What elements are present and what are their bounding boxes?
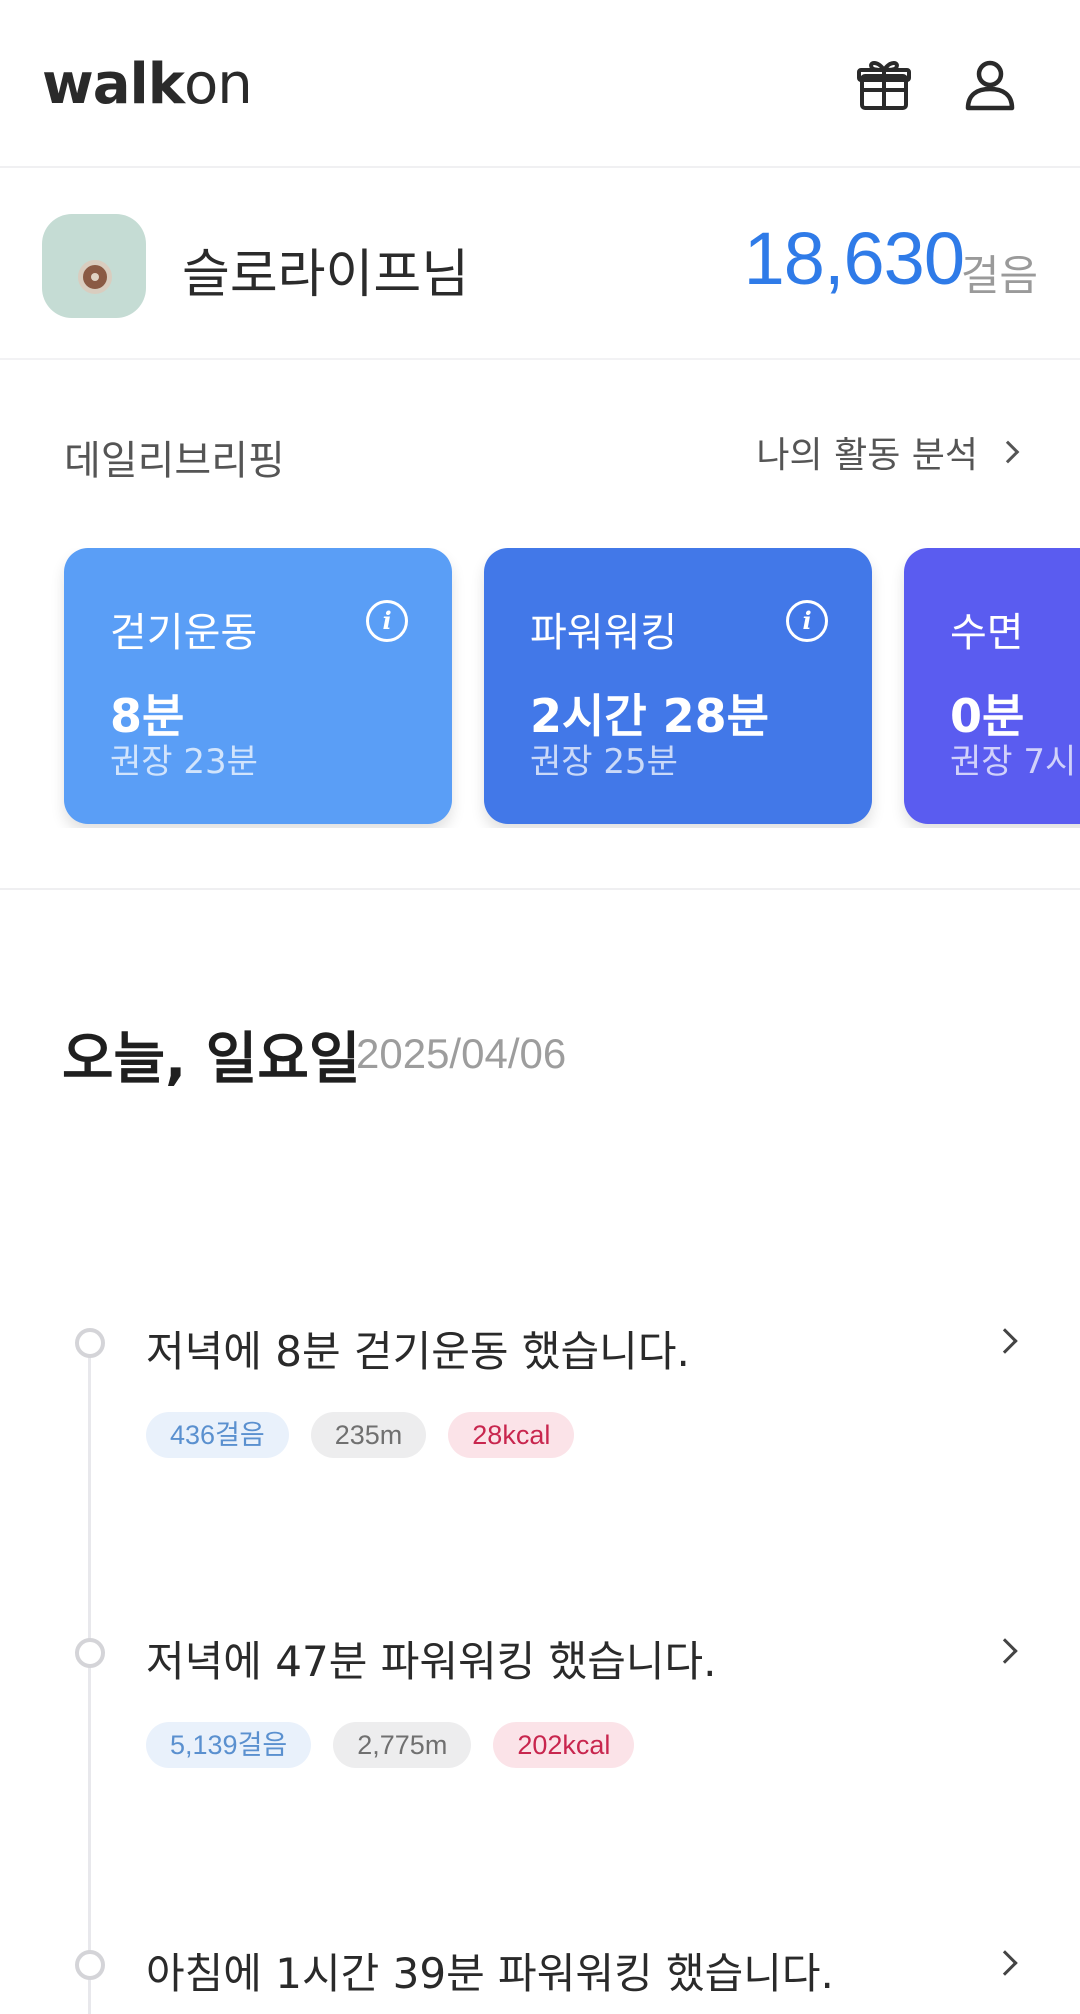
section-divider bbox=[0, 888, 1080, 890]
kcal-chip: 202kcal bbox=[493, 1722, 635, 1768]
card-recommend: 권장 25분 bbox=[530, 742, 678, 782]
timeline-entry[interactable]: 저녁에 8분 걷기운동 했습니다. 436걸음 235m 28kcal bbox=[0, 1318, 1080, 1478]
gift-icon[interactable] bbox=[854, 54, 914, 114]
steps-unit: 걸음 bbox=[960, 251, 1038, 300]
entry-text: 저녁에 8분 걷기운동 했습니다. bbox=[146, 1327, 690, 1376]
user-icon[interactable] bbox=[960, 54, 1020, 114]
info-icon[interactable]: i bbox=[786, 600, 828, 642]
entry-chips: 436걸음 235m 28kcal bbox=[146, 1412, 575, 1458]
chevron-right-icon bbox=[996, 440, 1020, 464]
timeline-entry[interactable]: 아침에 1시간 39분 파워워킹 했습니다. bbox=[0, 1940, 1080, 2014]
card-recommend: 권장 7시 bbox=[950, 742, 1077, 782]
avatar[interactable] bbox=[42, 214, 146, 318]
activity-analysis-link[interactable]: 나의 활동 분석 bbox=[756, 426, 1020, 478]
app-logo: walkon bbox=[42, 52, 253, 117]
total-steps: 18,630 bbox=[743, 217, 965, 300]
entry-text: 아침에 1시간 39분 파워워킹 했습니다. bbox=[146, 1949, 834, 1998]
profile-section: 슬로라이프님 18,630 걸음 bbox=[0, 170, 1080, 360]
avatar-image bbox=[78, 260, 112, 294]
distance-chip: 2,775m bbox=[333, 1722, 472, 1768]
user-name: 슬로라이프님 bbox=[182, 245, 470, 305]
card-power-walking[interactable]: 파워워킹 i 2시간 28분 권장 25분 bbox=[484, 548, 872, 824]
today-title: 오늘, 일요일 bbox=[62, 1027, 361, 1092]
today-date: 2025/04/06 bbox=[356, 1030, 567, 1077]
timeline-dot bbox=[75, 1328, 105, 1358]
steps-chip: 436걸음 bbox=[146, 1412, 289, 1458]
timeline-entry[interactable]: 저녁에 47분 파워워킹 했습니다. 5,139걸음 2,775m 202kca… bbox=[0, 1628, 1080, 1788]
distance-chip: 235m bbox=[310, 1412, 427, 1458]
entry-chips: 5,139걸음 2,775m 202kcal bbox=[146, 1722, 635, 1768]
briefing-title: 데일리브리핑 bbox=[64, 438, 285, 484]
app-header: walkon bbox=[0, 0, 1080, 168]
activity-analysis-label: 나의 활동 분석 bbox=[756, 435, 978, 476]
card-walking[interactable]: 걷기운동 i 8분 권장 23분 bbox=[64, 548, 452, 824]
chevron-right-icon[interactable] bbox=[992, 1950, 1018, 1976]
card-title: 파워워킹 bbox=[530, 610, 678, 656]
card-recommend: 권장 23분 bbox=[110, 742, 258, 782]
card-title: 걷기운동 bbox=[110, 610, 258, 656]
kcal-chip: 28kcal bbox=[448, 1412, 575, 1458]
steps-chip: 5,139걸음 bbox=[146, 1722, 312, 1768]
chevron-right-icon[interactable] bbox=[992, 1328, 1018, 1354]
briefing-cards[interactable]: 걷기운동 i 8분 권장 23분 파워워킹 i 2시간 28분 권장 25분 수… bbox=[0, 548, 1080, 828]
entry-text: 저녁에 47분 파워워킹 했습니다. bbox=[146, 1637, 717, 1686]
card-sleep[interactable]: 수면 0분 권장 7시 bbox=[904, 548, 1080, 824]
info-icon[interactable]: i bbox=[366, 600, 408, 642]
chevron-right-icon[interactable] bbox=[992, 1638, 1018, 1664]
timeline-dot bbox=[75, 1950, 105, 1980]
timeline-dot bbox=[75, 1638, 105, 1668]
card-title: 수면 bbox=[950, 610, 1024, 656]
